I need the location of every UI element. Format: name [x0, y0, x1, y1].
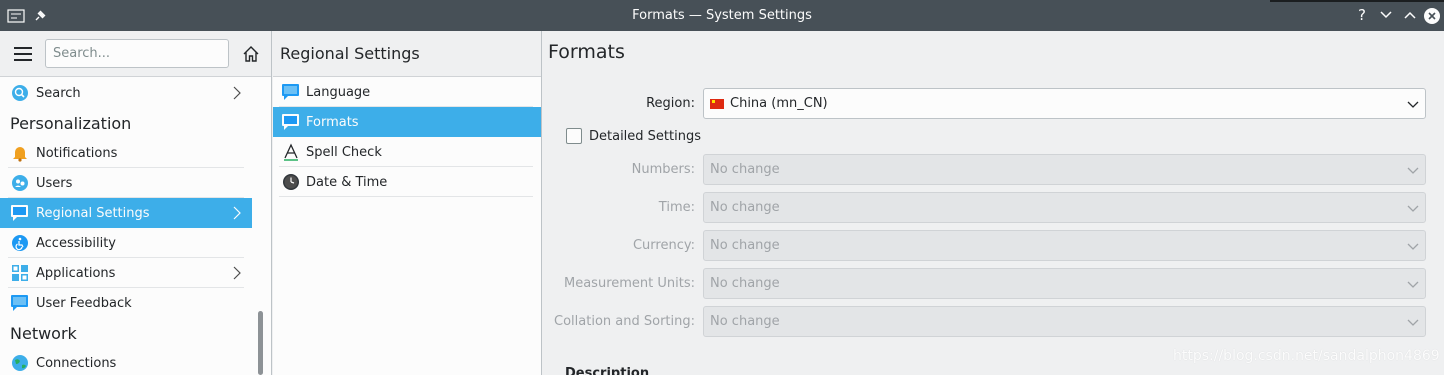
search-input[interactable]: [45, 39, 229, 68]
title-bar-accent: [1270, 0, 1444, 2]
sidebar-item-notifications[interactable]: Notifications: [0, 138, 252, 168]
subcategory-item-date-time[interactable]: Date & Time: [273, 167, 541, 197]
chevron-right-icon: [233, 206, 241, 220]
subcategory-item-label: Formats: [306, 114, 359, 130]
formats-icon: [281, 112, 301, 132]
chevron-down-icon: [1407, 205, 1419, 212]
region-label: Region:: [646, 96, 695, 111]
subcategory-panel: Regional Settings Language Formats Spell…: [273, 31, 542, 375]
numbers-value: No change: [710, 162, 780, 177]
accessibility-icon: [10, 233, 30, 253]
sidebar-item-accessibility[interactable]: Accessibility: [0, 228, 252, 258]
sidebar-item-label: Search: [36, 85, 81, 101]
time-label: Time:: [658, 200, 695, 215]
sidebar-item-label: Applications: [36, 265, 116, 281]
region-value: China (mn_CN): [730, 96, 828, 111]
help-button[interactable]: ?: [1352, 5, 1372, 25]
sidebar-item-label: Accessibility: [36, 235, 116, 251]
spellcheck-icon: [281, 142, 301, 162]
subcategory-item-label: Date & Time: [306, 174, 388, 190]
sidebar-item-applications[interactable]: Applications: [0, 258, 252, 288]
sidebar-item-label: Users: [36, 175, 73, 191]
sidebar-section-network: Network: [10, 323, 77, 343]
chevron-down-icon: [1407, 101, 1419, 108]
chevron-down-icon: [1380, 11, 1392, 19]
sidebar-header: [0, 31, 271, 77]
maximize-button[interactable]: [1400, 5, 1420, 25]
subcategory-item-spell-check[interactable]: Spell Check: [273, 137, 541, 167]
applications-icon: [10, 263, 30, 283]
measurement-units-label: Measurement Units:: [564, 276, 695, 291]
subcategory-item-label: Language: [306, 84, 371, 100]
sidebar-list: Search Personalization Notifications Use…: [0, 78, 252, 375]
feedback-icon: [10, 293, 30, 313]
detailed-settings-row[interactable]: Detailed Settings: [566, 128, 701, 144]
chevron-down-icon: [1407, 167, 1419, 174]
currency-label: Currency:: [632, 238, 695, 253]
chevron-down-icon: [1407, 319, 1419, 326]
formats-page: Formats Region: China (mn_CN) Detailed S…: [543, 31, 1444, 375]
sidebar-item-label: Notifications: [36, 145, 118, 161]
collation-sorting-value: No change: [710, 314, 780, 329]
chevron-right-icon: [233, 266, 241, 280]
sidebar-item-search[interactable]: Search: [0, 78, 252, 108]
subcategory-divider: [279, 196, 533, 197]
chevron-down-icon: [1407, 243, 1419, 250]
globe-icon: [10, 353, 30, 373]
time-value: No change: [710, 200, 780, 215]
sidebar-item-users[interactable]: Users: [0, 168, 252, 198]
description-heading: Description: [565, 366, 650, 375]
sidebar-item-label: User Feedback: [36, 295, 132, 311]
title-bar: Formats — System Settings ?: [0, 0, 1444, 31]
watermark: https://blog.csdn.net/sandalphon4869: [1173, 348, 1440, 364]
numbers-combobox[interactable]: No change: [703, 154, 1426, 185]
subcategory-title: Regional Settings: [273, 31, 541, 77]
subcategory-item-label: Spell Check: [306, 144, 382, 160]
subcategory-item-language[interactable]: Language: [273, 77, 541, 107]
regional-icon: [10, 203, 30, 223]
sidebar: Search Personalization Notifications Use…: [0, 31, 272, 375]
collation-sorting-combobox[interactable]: No change: [703, 306, 1426, 337]
region-combobox[interactable]: China (mn_CN): [703, 88, 1426, 119]
sidebar-item-label: Regional Settings: [36, 205, 150, 221]
measurement-units-value: No change: [710, 276, 780, 291]
detailed-settings-checkbox[interactable]: [566, 128, 582, 144]
sidebar-item-label: Connections: [36, 355, 117, 371]
language-icon: [281, 82, 301, 102]
search-icon: [10, 83, 30, 103]
bell-icon: [10, 143, 30, 163]
currency-combobox[interactable]: No change: [703, 230, 1426, 261]
clock-icon: [281, 172, 301, 192]
page-title: Formats: [548, 41, 625, 63]
sidebar-section-personalization: Personalization: [10, 113, 132, 133]
hamburger-menu-icon[interactable]: [14, 47, 32, 61]
sidebar-item-connections[interactable]: Connections: [0, 348, 252, 375]
sidebar-item-regional-settings[interactable]: Regional Settings: [0, 198, 252, 228]
collation-sorting-label: Collation and Sorting:: [554, 314, 695, 329]
home-icon[interactable]: [241, 44, 261, 64]
close-button[interactable]: [1424, 8, 1440, 24]
minimize-button[interactable]: [1376, 5, 1396, 25]
help-icon: ?: [1358, 6, 1366, 24]
detailed-settings-label: Detailed Settings: [589, 128, 701, 144]
users-icon: [10, 173, 30, 193]
numbers-label: Numbers:: [631, 162, 695, 177]
subcategory-item-formats[interactable]: Formats: [273, 107, 541, 137]
measurement-units-combobox[interactable]: No change: [703, 268, 1426, 299]
window-title: Formats — System Settings: [632, 8, 812, 23]
chevron-up-icon: [1404, 11, 1416, 19]
currency-value: No change: [710, 238, 780, 253]
close-icon: [1428, 12, 1436, 20]
time-combobox[interactable]: No change: [703, 192, 1426, 223]
chevron-down-icon: [1407, 281, 1419, 288]
sidebar-scrollbar-thumb[interactable]: [258, 311, 263, 375]
sidebar-item-user-feedback[interactable]: User Feedback: [0, 288, 252, 318]
china-flag-icon: [710, 98, 724, 109]
chevron-right-icon: [233, 86, 241, 100]
